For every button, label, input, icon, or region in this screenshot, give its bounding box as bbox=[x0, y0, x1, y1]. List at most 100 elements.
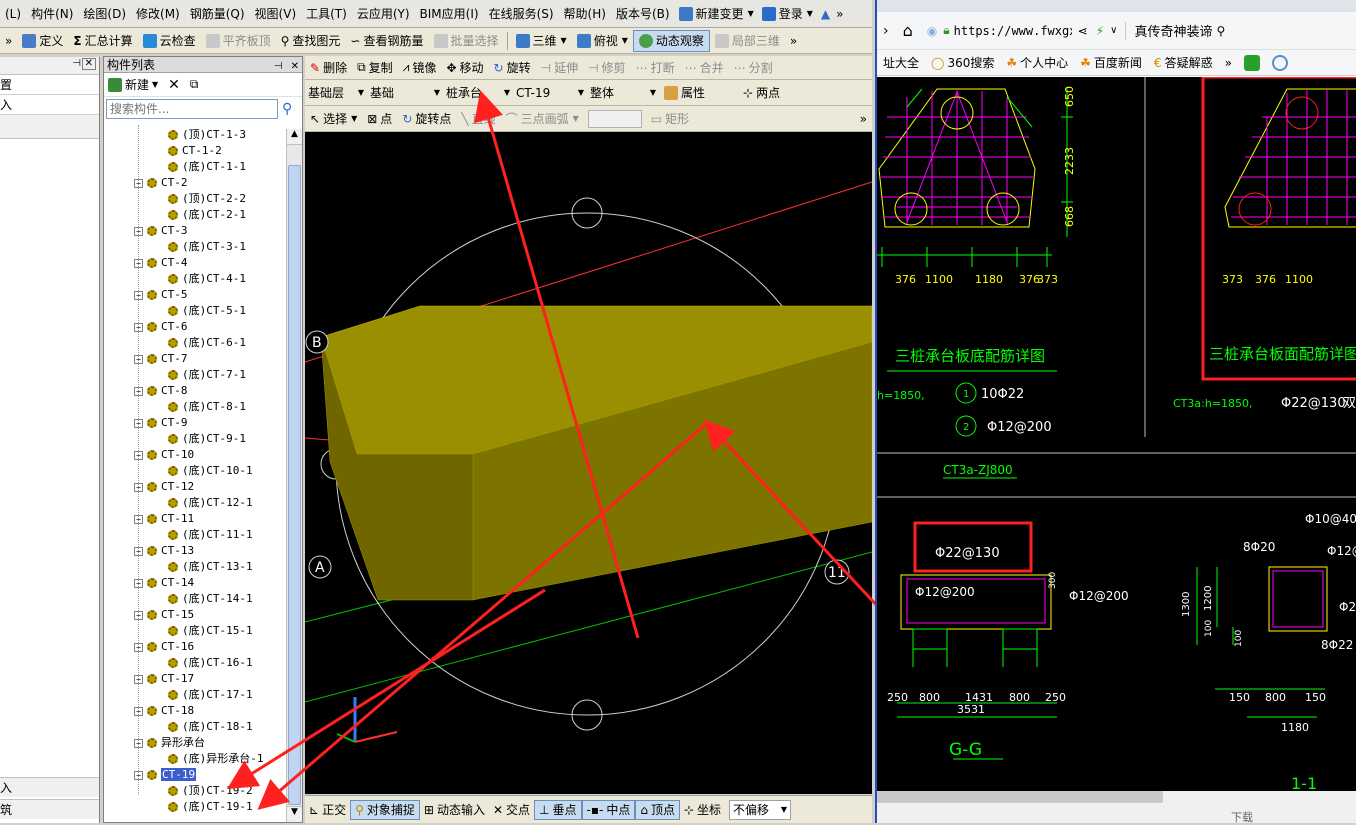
overflow-icon[interactable]: » bbox=[836, 7, 843, 21]
component-search-input[interactable] bbox=[106, 99, 278, 119]
bookmarks-overflow[interactable]: » bbox=[1219, 56, 1238, 70]
dynamic-input-toggle[interactable]: ⊞ 动态输入 bbox=[420, 800, 489, 820]
find-element-button[interactable]: ⚲ 查找图元 bbox=[276, 30, 346, 52]
tree-node[interactable]: − 异形承台 bbox=[134, 735, 205, 751]
menu-item-1[interactable]: 构件(N) bbox=[26, 5, 78, 22]
browser-search-field[interactable]: 真传奇神装谛 bbox=[1134, 21, 1212, 40]
forward-icon[interactable]: › bbox=[883, 23, 889, 39]
scroll-thumb[interactable] bbox=[288, 165, 301, 805]
select-dropdown[interactable]: ↖ 选择 ▼ bbox=[305, 108, 362, 130]
draw-toolbar-overflow[interactable]: » bbox=[855, 108, 872, 130]
wechat-icon[interactable] bbox=[1238, 54, 1266, 71]
menu-item-10[interactable]: 帮助(H) bbox=[559, 5, 611, 22]
bookmark-item[interactable]: € 答疑解惑 bbox=[1148, 54, 1219, 71]
close-icon[interactable]: ✕ bbox=[291, 61, 299, 72]
menu-item-2[interactable]: 绘图(D) bbox=[78, 5, 131, 22]
midpoint-toggle[interactable]: -▪- 中点 bbox=[581, 799, 636, 820]
tree-node[interactable]: (底)CT-14-1 bbox=[168, 591, 253, 607]
dynamic-view-button[interactable]: 动态观察 bbox=[632, 29, 710, 52]
delete-component-icon[interactable]: ✕ bbox=[168, 77, 180, 93]
bookmark-item[interactable]: 址大全 bbox=[877, 54, 925, 71]
tree-node[interactable]: (底)CT-1-1 bbox=[168, 159, 246, 175]
pin-icon[interactable]: ⊣ bbox=[274, 61, 283, 72]
tree-node[interactable]: (底)CT-6-1 bbox=[168, 335, 246, 351]
tree-node[interactable]: (底)CT-2-1 bbox=[168, 207, 246, 223]
share-icon[interactable]: ⋖ bbox=[1078, 24, 1088, 38]
tree-node[interactable]: − CT-10 bbox=[134, 447, 194, 463]
tree-node[interactable]: − CT-5 bbox=[134, 287, 188, 303]
scroll-up-icon[interactable]: ▲ bbox=[287, 129, 302, 145]
tree-node[interactable]: − CT-19 bbox=[134, 767, 197, 783]
component-select[interactable]: CT-19 ▼ bbox=[513, 83, 587, 103]
intersection-toggle[interactable]: ✕ 交点 bbox=[489, 800, 534, 820]
home-icon[interactable]: ⌂ bbox=[903, 21, 913, 40]
search-icon[interactable]: ⚲ bbox=[1216, 24, 1225, 38]
break-button[interactable]: ⋯ 打断 bbox=[631, 57, 680, 79]
menu-item-8[interactable]: BIM应用(I) bbox=[415, 5, 484, 22]
tree-node[interactable]: (顶)CT-19-2 bbox=[168, 783, 253, 799]
top-view-dropdown[interactable]: 俯视 ▼ bbox=[572, 30, 633, 52]
tree-node[interactable]: − CT-14 bbox=[134, 575, 194, 591]
line-button[interactable]: ╲ 直线 bbox=[456, 108, 500, 130]
chevron-down-icon[interactable]: ∨ bbox=[1110, 25, 1117, 36]
define-button[interactable]: 定义 bbox=[17, 30, 68, 52]
tree-node[interactable]: (底)CT-19-1 bbox=[168, 799, 253, 815]
tree-node[interactable]: − CT-13 bbox=[134, 543, 194, 559]
tree-node[interactable]: (底)CT-13-1 bbox=[168, 559, 253, 575]
menu-item-6[interactable]: 工具(T) bbox=[301, 5, 352, 22]
tree-node[interactable]: (底)CT-15-1 bbox=[168, 623, 253, 639]
tree-node[interactable]: − CT-18 bbox=[134, 703, 194, 719]
tree-node[interactable]: (底)CT-8-1 bbox=[168, 399, 246, 415]
tree-node[interactable]: − CT-9 bbox=[134, 415, 188, 431]
bookmark-item[interactable]: ◯ 360搜索 bbox=[925, 54, 1000, 71]
tree-node[interactable]: (底)CT-11-1 bbox=[168, 527, 253, 543]
perpendicular-toggle[interactable]: ⊥ 垂点 bbox=[534, 799, 582, 820]
url-field[interactable]: https://www.fwxgx.co bbox=[954, 24, 1072, 38]
menu-item-9[interactable]: 在线服务(S) bbox=[484, 5, 559, 22]
tree-node[interactable]: CT-1-2 bbox=[168, 143, 222, 159]
view3d-dropdown[interactable]: 三维 ▼ bbox=[511, 30, 572, 52]
draw-option-select[interactable] bbox=[587, 109, 642, 128]
toolbar-overflow-right[interactable]: » bbox=[785, 30, 802, 52]
search-icon[interactable]: ⚲ bbox=[282, 101, 292, 117]
menu-item-4[interactable]: 钢筋量(Q) bbox=[185, 5, 250, 22]
tree-node[interactable]: (底)异形承台-1 bbox=[168, 751, 264, 767]
tree-node[interactable]: (底)CT-12-1 bbox=[168, 495, 253, 511]
properties-button[interactable]: 属性 bbox=[659, 82, 710, 104]
tree-node[interactable]: − CT-11 bbox=[134, 511, 194, 527]
vertex-toggle[interactable]: ⌂ 顶点 bbox=[635, 799, 680, 820]
rotate-point-button[interactable]: ↻ 旋转点 bbox=[397, 108, 456, 130]
menu-item-3[interactable]: 修改(M) bbox=[131, 5, 185, 22]
tree-node[interactable]: − CT-3 bbox=[134, 223, 188, 239]
merge-button[interactable]: ⋯ 合并 bbox=[680, 57, 729, 79]
tree-node[interactable]: (底)CT-17-1 bbox=[168, 687, 253, 703]
left-nav-bottom-1[interactable]: 入 bbox=[0, 777, 99, 797]
layer-select[interactable]: 基础层 ▼ bbox=[305, 83, 367, 103]
bookmark-item[interactable]: ☘ 个人中心 bbox=[1000, 54, 1074, 71]
ortho-toggle[interactable]: ⊾ 正交 bbox=[305, 800, 350, 820]
tree-node[interactable]: − CT-2 bbox=[134, 175, 188, 191]
tree-node[interactable]: (底)CT-16-1 bbox=[168, 655, 253, 671]
rotate-button[interactable]: ↻ 旋转 bbox=[489, 57, 536, 79]
menu-item-5[interactable]: 视图(V) bbox=[250, 5, 302, 22]
left-nav-item-1[interactable]: 置 bbox=[0, 75, 99, 95]
menu-item-7[interactable]: 云应用(Y) bbox=[352, 5, 415, 22]
cloud-check-button[interactable]: 云检查 bbox=[138, 30, 201, 52]
cad-drawing-view[interactable]: 650 2233 668 376 1100 1180 376 373 三桩承台板底配筋详… bbox=[877, 77, 1356, 791]
object-snap-toggle[interactable]: ⚲ 对象捕捉 bbox=[350, 799, 420, 820]
tree-node[interactable]: (底)CT-9-1 bbox=[168, 431, 246, 447]
type-select[interactable]: 桩承台 ▼ bbox=[443, 83, 513, 103]
tree-node[interactable]: − CT-17 bbox=[134, 671, 194, 687]
offset-select[interactable]: 不偏移 ▼ bbox=[729, 799, 792, 820]
tree-node[interactable]: − CT-8 bbox=[134, 383, 188, 399]
part-select[interactable]: 整体 ▼ bbox=[587, 83, 659, 103]
tree-node[interactable]: − CT-4 bbox=[134, 255, 188, 271]
extend-button[interactable]: ⊣ 延伸 bbox=[536, 57, 583, 79]
tree-node[interactable]: (底)CT-3-1 bbox=[168, 239, 246, 255]
coordinate-toggle[interactable]: ⊹ 坐标 bbox=[680, 800, 725, 820]
left-nav-item-2[interactable]: 入 bbox=[0, 95, 99, 115]
tree-node[interactable]: (底)CT-10-1 bbox=[168, 463, 253, 479]
local-3d-button[interactable]: 局部三维 bbox=[710, 30, 785, 52]
flush-slab-button[interactable]: 平齐板顶 bbox=[201, 30, 276, 52]
sum-calc-button[interactable]: Σ 汇总计算 bbox=[68, 30, 137, 52]
